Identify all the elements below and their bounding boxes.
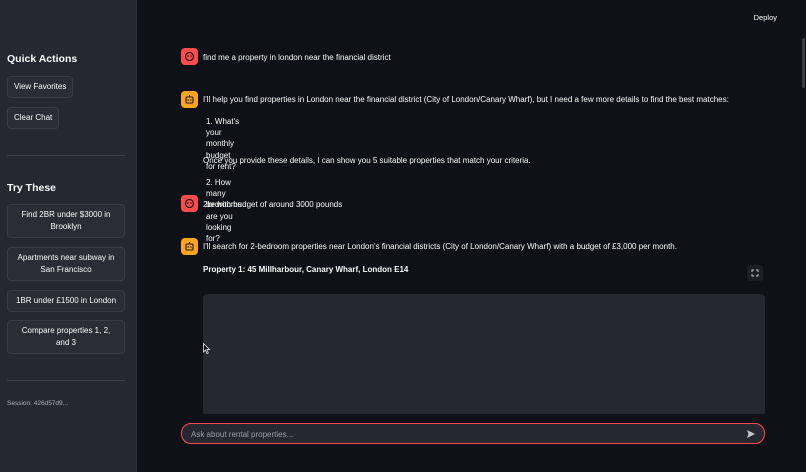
robot-face-icon xyxy=(181,91,198,108)
clear-chat-button[interactable]: Clear Chat xyxy=(7,107,60,129)
user-face-icon xyxy=(181,195,198,212)
user-face-icon xyxy=(181,48,198,65)
fullscreen-icon[interactable] xyxy=(747,265,763,281)
try-these-title: Try These xyxy=(7,182,57,194)
sidebar: Quick Actions View Favorites Clear Chat … xyxy=(0,0,137,472)
message-text: I'll search for 2-bedroom properties nea… xyxy=(203,242,677,251)
scrollbar[interactable] xyxy=(802,38,805,88)
sidebar-divider xyxy=(7,380,125,381)
mouse-cursor-icon xyxy=(203,343,211,354)
suggestion-button[interactable]: Find 2BR under $3000 in Brooklyn xyxy=(7,204,125,238)
message-list: 1. What's your monthly budget for rent? … xyxy=(206,116,242,249)
property-title: Property 1: 45 Millharbour, Canary Wharf… xyxy=(203,265,409,274)
top-bar: Deploy xyxy=(137,0,806,36)
suggestion-button[interactable]: Compare properties 1, 2, and 3 xyxy=(7,320,125,354)
message-text: find me a property in london near the fi… xyxy=(203,53,391,62)
quick-actions-title: Quick Actions xyxy=(7,53,78,65)
view-favorites-button[interactable]: View Favorites xyxy=(7,76,74,98)
session-id: Session: 426d57d9... xyxy=(7,400,69,407)
suggestion-button[interactable]: Apartments near subway in San Francisco xyxy=(7,247,125,281)
chat-input[interactable] xyxy=(191,427,731,441)
list-item: 2. How many bedrooms are you looking for… xyxy=(206,177,242,243)
suggestion-button[interactable]: 1BR under £1500 in London xyxy=(7,290,125,312)
property-map[interactable] xyxy=(203,294,765,414)
deploy-button[interactable]: Deploy xyxy=(754,13,777,22)
send-icon[interactable] xyxy=(744,427,758,441)
chat-input-box[interactable] xyxy=(181,423,765,444)
message-text: 2br with budget of around 3000 pounds xyxy=(203,200,343,209)
sidebar-divider xyxy=(7,155,125,156)
robot-face-icon xyxy=(181,238,198,255)
message-text: Once you provide these details, I can sh… xyxy=(203,156,531,165)
message-text: I'll help you find properties in London … xyxy=(203,95,729,104)
